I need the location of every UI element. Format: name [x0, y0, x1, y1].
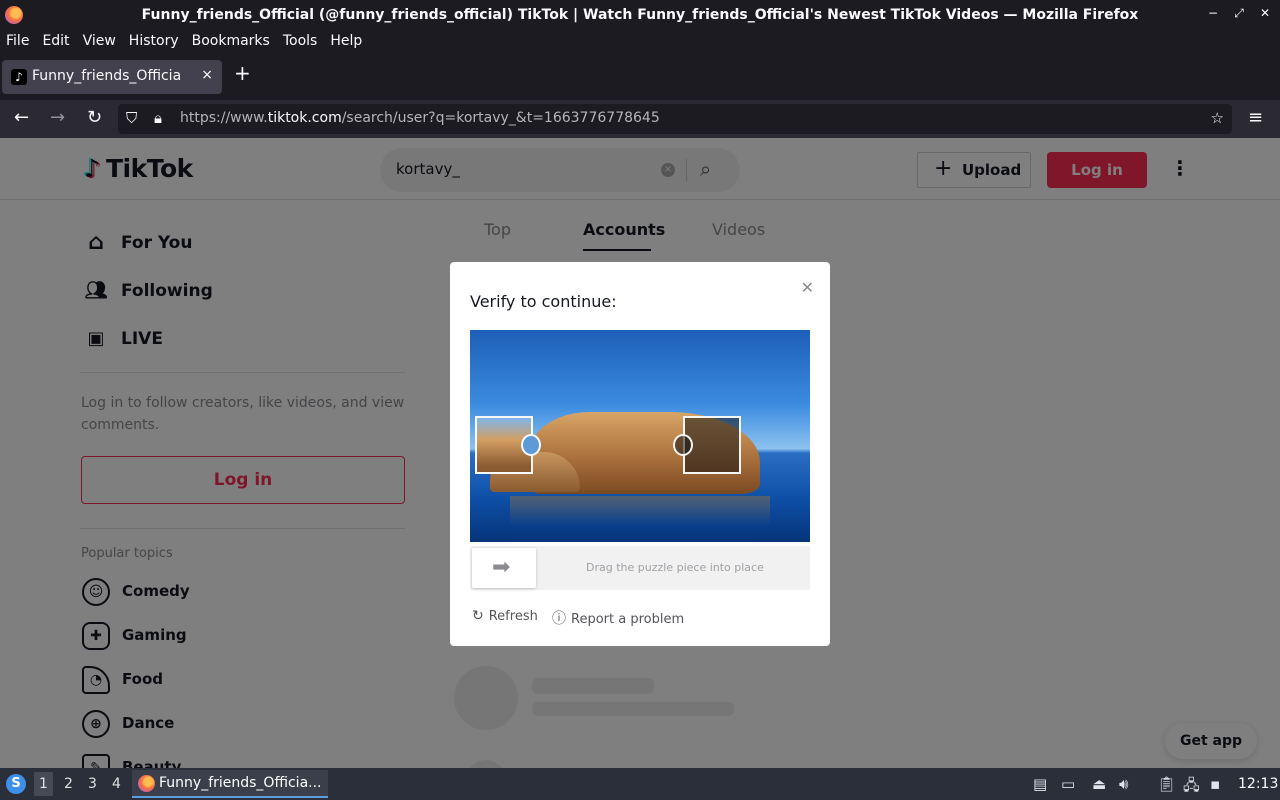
window-title: Funny_friends_Official (@funny_friends_o…	[141, 7, 1139, 23]
refresh-button[interactable]: ↻ Refresh	[472, 608, 538, 624]
report-label: Report a problem	[571, 612, 685, 627]
new-tab-button[interactable]: +	[234, 61, 251, 85]
refresh-icon: ↻	[472, 608, 484, 624]
window-titlebar: Funny_friends_Official (@funny_friends_o…	[0, 0, 1280, 30]
puzzle-knob	[521, 434, 541, 456]
shield-icon[interactable]: ⛉	[126, 109, 137, 127]
minimize-button[interactable]: −	[1208, 6, 1218, 21]
taskbar: S 1 2 3 4 Funny_friends_Officia... ▤ ▭ ⏏…	[0, 768, 1280, 800]
hamburger-menu-icon[interactable]: ≡	[1248, 108, 1263, 128]
puzzle-knob	[673, 434, 693, 456]
close-tab-icon[interactable]: ×	[201, 67, 213, 83]
tiktok-favicon-icon: ♪	[11, 69, 27, 85]
close-icon[interactable]: ✕	[801, 278, 814, 297]
task-label: Funny_friends_Officia...	[159, 775, 322, 791]
tab-strip: ♪ Funny_friends_Official (@ ×	[0, 54, 1280, 100]
captcha-modal: Verify to continue: ✕ ➡ Drag the puzzle …	[450, 262, 830, 646]
water-reflection	[510, 496, 770, 526]
update-notifier-icon[interactable]: ▪	[1210, 775, 1220, 793]
menu-help[interactable]: Help	[330, 30, 368, 54]
menu-view[interactable]: View	[83, 30, 122, 54]
workspace-2[interactable]: 2	[64, 776, 73, 792]
firefox-icon	[138, 775, 155, 792]
start-menu-icon[interactable]: S	[6, 774, 26, 794]
forward-arrow-icon[interactable]: →	[50, 108, 65, 128]
workspace-4[interactable]: 4	[112, 776, 121, 792]
browser-tab-title: Funny_friends_Official (@	[32, 68, 182, 84]
desktop-icon[interactable]: ▭	[1061, 775, 1075, 793]
menu-bookmarks[interactable]: Bookmarks	[192, 30, 276, 54]
captcha-puzzle-image	[470, 330, 810, 542]
arrow-right-icon: ➡	[492, 555, 511, 580]
volume-icon[interactable]: 🔊︎	[1119, 775, 1128, 793]
address-bar[interactable]: ⛉ 🔒︎ https://www.tiktok.com/search/user?…	[118, 104, 1232, 134]
reload-icon[interactable]: ↻	[87, 108, 102, 128]
workspace-3[interactable]: 3	[88, 776, 97, 792]
menu-tools[interactable]: Tools	[283, 30, 324, 54]
menubar: File Edit View History Bookmarks Tools H…	[0, 30, 1280, 54]
eject-icon[interactable]: ⏏	[1092, 775, 1106, 793]
taskbar-firefox-task[interactable]: Funny_friends_Officia...	[132, 770, 328, 798]
maximize-button[interactable]: ⤢	[1234, 6, 1244, 21]
workspace-1[interactable]: 1	[34, 772, 53, 796]
menu-history[interactable]: History	[129, 30, 185, 54]
close-window-button[interactable]: ✕	[1260, 6, 1270, 21]
puzzle-piece[interactable]	[475, 416, 541, 474]
slider-hint: Drag the puzzle piece into place	[586, 561, 764, 574]
url-text[interactable]: https://www.tiktok.com/search/user?q=kor…	[180, 110, 660, 126]
bookmark-star-icon[interactable]: ☆	[1211, 109, 1224, 127]
report-problem-button[interactable]: ⓘ Report a problem	[552, 608, 684, 628]
refresh-label: Refresh	[488, 609, 538, 624]
network-icon[interactable]: 🖧	[1183, 775, 1200, 800]
captcha-slider-track: ➡ Drag the puzzle piece into place	[470, 546, 810, 590]
slider-handle[interactable]: ➡	[472, 548, 536, 588]
puzzle-target-slot	[673, 416, 741, 474]
back-arrow-icon[interactable]: ←	[14, 108, 29, 128]
navigation-toolbar: ← → ↻ ⛉ 🔒︎ https://www.tiktok.com/search…	[0, 100, 1280, 138]
window-controls: − ⤢ ✕	[1208, 6, 1270, 21]
captcha-title: Verify to continue:	[470, 292, 617, 311]
info-icon: ⓘ	[552, 611, 566, 627]
files-icon[interactable]: ▤	[1033, 775, 1047, 793]
menu-edit[interactable]: Edit	[42, 30, 75, 54]
lock-icon[interactable]: 🔒︎	[154, 109, 162, 127]
menu-file[interactable]: File	[6, 30, 35, 54]
browser-tab[interactable]: ♪ Funny_friends_Official (@ ×	[2, 60, 222, 94]
clock: 12:13	[1238, 776, 1279, 792]
clipboard-icon[interactable]: 📋︎	[1157, 775, 1176, 793]
